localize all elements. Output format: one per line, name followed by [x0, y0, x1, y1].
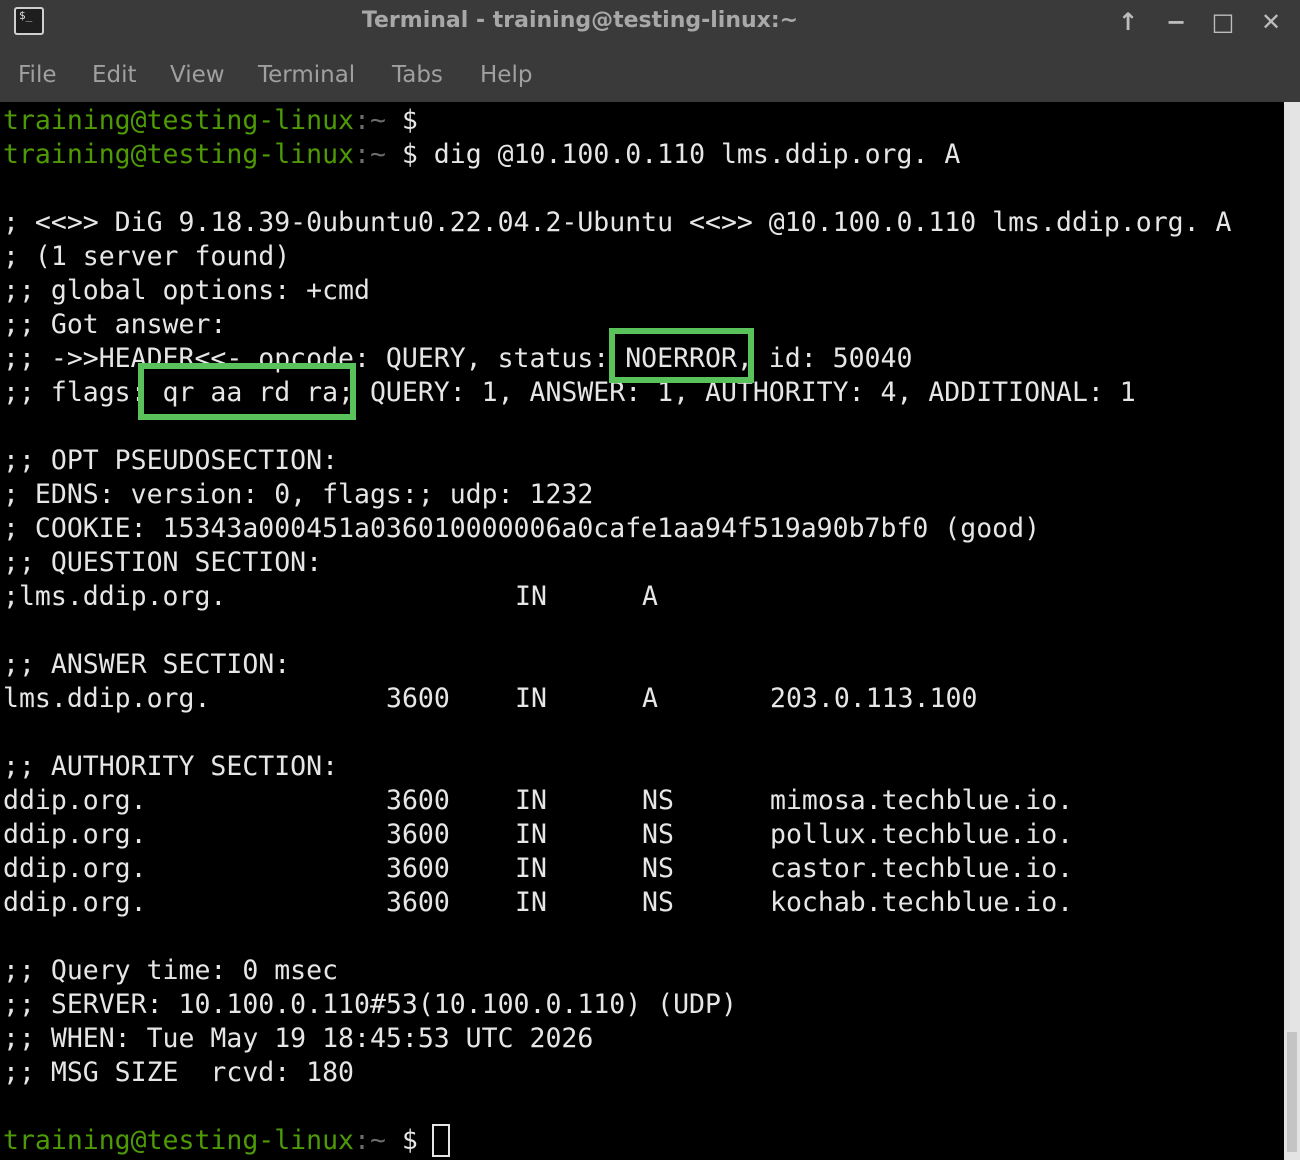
authority-record: ddip.org. 3600 IN NS pollux.techblue.io. [3, 818, 1203, 852]
record-class: IN [515, 819, 547, 850]
title-bar[interactable]: $_ Terminal - training@testing-linux:~ ↑… [0, 0, 1300, 46]
prompt-symbol: $ [385, 139, 418, 170]
prompt-symbol: $ [385, 105, 418, 136]
record-ttl: 3600 [386, 785, 450, 816]
record-class: IN [515, 853, 547, 884]
record-class: IN [515, 581, 547, 612]
text-cursor [432, 1124, 450, 1157]
answer-record: lms.ddip.org. 3600 IN A 203.0.113.100 [3, 682, 1203, 716]
output-banner: ; <<>> DiG 9.18.39-0ubuntu0.22.04.2-Ubun… [3, 207, 1232, 238]
record-class: IN [515, 887, 547, 918]
record-name: ;lms.ddip.org. [3, 581, 227, 612]
record-ttl: 3600 [386, 819, 450, 850]
output-global-options: ;; global options: +cmd [3, 275, 370, 306]
menu-help[interactable]: Help [480, 46, 532, 102]
record-data: pollux.techblue.io. [770, 819, 1074, 850]
menu-terminal[interactable]: Terminal [258, 46, 355, 102]
output-opt-heading: ;; OPT PSEUDOSECTION: [3, 445, 339, 476]
record-ttl: 3600 [386, 683, 450, 714]
output-got-answer: ;; Got answer: [3, 309, 227, 340]
prompt-line-final: training@testing-linux:~ $ [3, 1124, 434, 1158]
output-query-time: ;; Query time: 0 msec [3, 955, 339, 986]
output-cookie: ; COOKIE: 15343a000451a036010000006a0caf… [3, 513, 1041, 544]
record-type: A [642, 683, 658, 714]
prompt-user-host: training@testing-linux [3, 1125, 354, 1156]
output-authority-heading: ;; AUTHORITY SECTION: [3, 751, 339, 782]
menu-tabs[interactable]: Tabs [392, 46, 443, 102]
always-on-top-icon[interactable]: ↑ [1112, 6, 1144, 38]
record-data: kochab.techblue.io. [770, 887, 1074, 918]
prompt-line-1: training@testing-linux:~ $ [3, 104, 418, 138]
output-server: ;; SERVER: 10.100.0.110#53(10.100.0.110)… [3, 989, 737, 1020]
record-name: ddip.org. [3, 887, 147, 918]
window-title: Terminal - training@testing-linux:~ [361, 8, 799, 33]
record-type: NS [642, 785, 674, 816]
menu-bar: File Edit View Terminal Tabs Help [0, 46, 1300, 102]
minimize-icon[interactable]: − [1160, 6, 1192, 38]
record-type: A [642, 581, 658, 612]
record-type: NS [642, 819, 674, 850]
authority-record: ddip.org. 3600 IN NS mimosa.techblue.io. [3, 784, 1203, 818]
menu-view[interactable]: View [170, 46, 225, 102]
record-name: ddip.org. [3, 785, 147, 816]
prompt-path: :~ [354, 105, 386, 136]
output-msg-size: ;; MSG SIZE rcvd: 180 [3, 1057, 354, 1088]
record-name: ddip.org. [3, 819, 147, 850]
menu-edit[interactable]: Edit [92, 46, 137, 102]
question-record: ;lms.ddip.org. IN A [3, 580, 1203, 614]
noerror-highlight-box [609, 328, 754, 383]
output-question-heading: ;; QUESTION SECTION: [3, 547, 323, 578]
record-data: mimosa.techblue.io. [770, 785, 1074, 816]
close-icon[interactable]: ✕ [1255, 6, 1287, 38]
output-answer-heading: ;; ANSWER SECTION: [3, 649, 291, 680]
prompt-user-host: training@testing-linux [3, 139, 354, 170]
record-data: castor.techblue.io. [770, 853, 1074, 884]
prompt-path: :~ [354, 1125, 386, 1156]
prompt-user-host: training@testing-linux [3, 105, 354, 136]
record-data: 203.0.113.100 [770, 683, 978, 714]
record-type: NS [642, 853, 674, 884]
command-text: dig @10.100.0.110 lms.ddip.org. A [417, 139, 961, 170]
record-name: ddip.org. [3, 853, 147, 884]
scrollbar-thumb[interactable] [1287, 1032, 1297, 1152]
menu-file[interactable]: File [18, 46, 57, 102]
record-class: IN [515, 683, 547, 714]
record-name: lms.ddip.org. [3, 683, 211, 714]
vertical-scrollbar[interactable] [1284, 102, 1300, 1160]
record-ttl: 3600 [386, 853, 450, 884]
prompt-symbol: $ [385, 1125, 418, 1156]
output-when: ;; WHEN: Tue May 19 18:45:53 UTC 2026 [3, 1023, 594, 1054]
terminal-output[interactable]: training@testing-linux:~ $ training@test… [0, 102, 1284, 1160]
output-edns: ; EDNS: version: 0, flags:; udp: 1232 [3, 479, 594, 510]
record-class: IN [515, 785, 547, 816]
prompt-line-2: training@testing-linux:~ $ dig @10.100.0… [3, 138, 960, 172]
record-ttl: 3600 [386, 887, 450, 918]
maximize-icon[interactable]: □ [1207, 6, 1239, 38]
authority-record: ddip.org. 3600 IN NS kochab.techblue.io. [3, 886, 1203, 920]
record-type: NS [642, 887, 674, 918]
output-server-found: ; (1 server found) [3, 241, 291, 272]
flags-highlight-box [138, 363, 356, 420]
prompt-path: :~ [354, 139, 386, 170]
terminal-window: $_ Terminal - training@testing-linux:~ ↑… [0, 0, 1300, 1160]
authority-record: ddip.org. 3600 IN NS castor.techblue.io. [3, 852, 1203, 886]
